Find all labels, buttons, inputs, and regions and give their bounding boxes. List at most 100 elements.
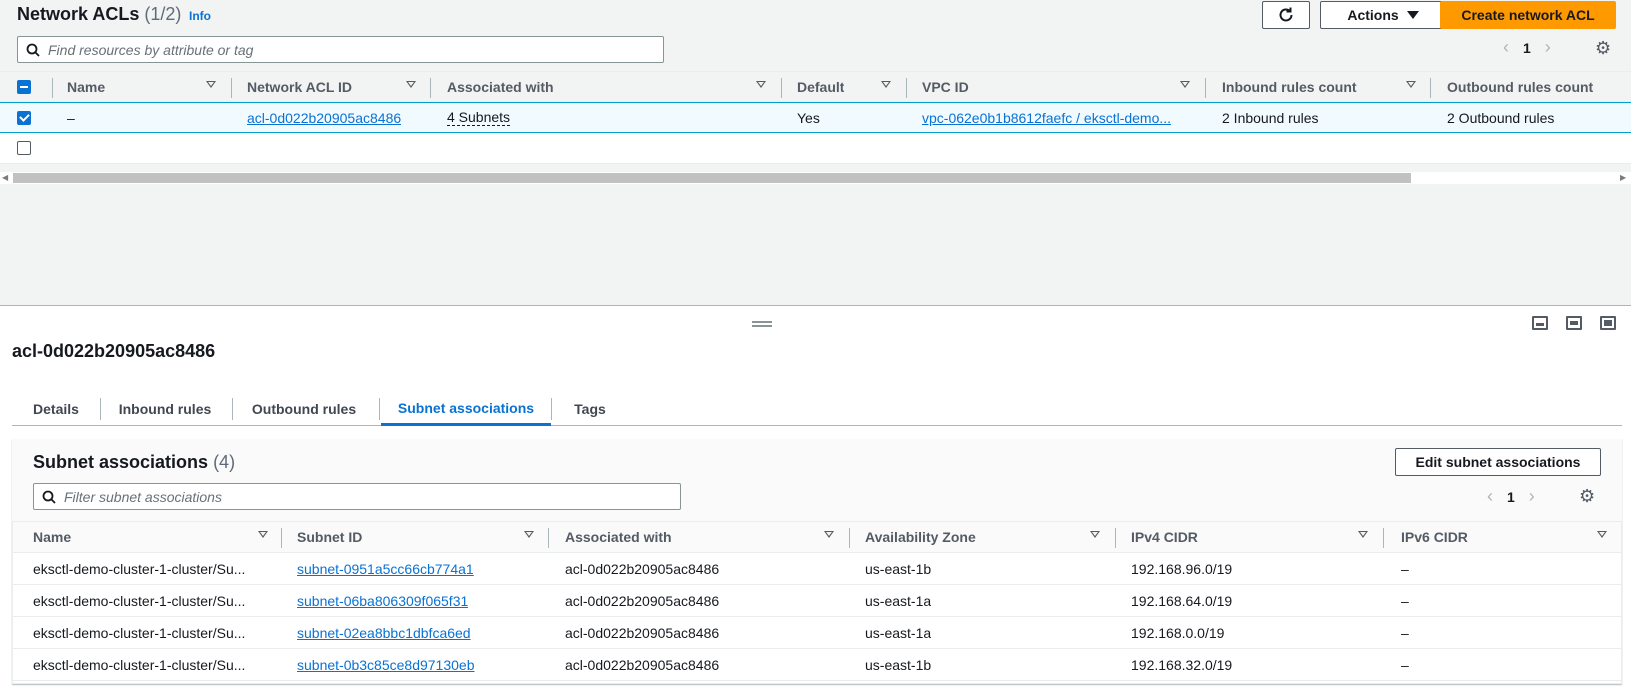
col-outbound-rules[interactable]: Outbound rules count [1447, 72, 1593, 101]
sort-icon[interactable] [824, 531, 834, 538]
edit-subnet-associations-button[interactable]: Edit subnet associations [1395, 448, 1601, 476]
table-row: eksctl-demo-cluster-1-cluster/Su... subn… [13, 617, 1621, 649]
page-number[interactable]: 1 [1507, 489, 1515, 505]
select-all-checkbox[interactable] [17, 72, 31, 101]
col-associated-with[interactable]: Associated with [447, 72, 554, 101]
col-ipv6-cidr[interactable]: IPv6 CIDR [1401, 522, 1468, 552]
create-network-acl-button[interactable]: Create network ACL [1440, 1, 1616, 29]
table-header: Name Subnet ID Associated with Availabil… [13, 521, 1621, 553]
cell-associated: acl-0d022b20905ac8486 [565, 656, 720, 673]
chevron-right-icon[interactable]: › [1529, 486, 1535, 507]
tab-tags[interactable]: Tags [552, 392, 628, 426]
subnet-title-text: Subnet associations [33, 452, 209, 472]
col-availability-zone[interactable]: Availability Zone [865, 522, 976, 552]
subnet-associations-title: Subnet associations (4) [33, 452, 235, 473]
col-associated-with[interactable]: Associated with [565, 522, 672, 552]
cell-associated: acl-0d022b20905ac8486 [565, 560, 720, 577]
chevron-left-icon[interactable]: ‹ [1503, 37, 1509, 58]
chevron-left-icon[interactable]: ‹ [1487, 486, 1493, 507]
resize-handle-icon[interactable] [752, 321, 772, 327]
cell-name: eksctl-demo-cluster-1-cluster/Su... [33, 656, 246, 673]
cell-inbound: 2 Inbound rules [1222, 109, 1319, 126]
sort-icon[interactable] [206, 81, 216, 88]
filter-input[interactable] [64, 488, 639, 505]
cell-az: us-east-1b [865, 656, 932, 673]
cell-az: us-east-1b [865, 560, 932, 577]
scrollbar-thumb[interactable] [13, 173, 1411, 183]
associated-subnets-popover[interactable]: 4 Subnets [447, 109, 511, 126]
caret-down-icon [1406, 11, 1419, 19]
acl-id-link[interactable]: acl-0d022b20905ac8486 [247, 103, 401, 132]
col-ipv4-cidr[interactable]: IPv4 CIDR [1131, 522, 1198, 552]
cell-ipv6: – [1401, 560, 1409, 577]
cell-ipv4: 192.168.32.0/19 [1131, 656, 1233, 673]
cell-associated: acl-0d022b20905ac8486 [565, 592, 720, 609]
horizontal-scrollbar[interactable]: ◀ ▶ [0, 172, 1631, 184]
table-row[interactable]: – acl-0d022b20905ac8486 4 Subnets Yes vp… [0, 102, 1631, 133]
sort-icon[interactable] [1358, 531, 1368, 538]
refresh-icon [1279, 7, 1293, 22]
table-row: eksctl-demo-cluster-1-cluster/Su... subn… [13, 553, 1621, 585]
sort-icon[interactable] [406, 81, 416, 88]
col-inbound-rules[interactable]: Inbound rules count [1222, 72, 1357, 101]
full-panel-view-icon[interactable] [1600, 316, 1616, 330]
gear-icon[interactable]: ⚙ [1579, 486, 1595, 507]
sort-icon[interactable] [1090, 531, 1100, 538]
top-pagination: ‹ 1 › [1503, 37, 1551, 58]
cell-associated: acl-0d022b20905ac8486 [565, 624, 720, 641]
page-title: Network ACLs (1/2) [17, 4, 181, 25]
cell-name: eksctl-demo-cluster-1-cluster/Su... [33, 624, 246, 641]
tab-outbound-rules[interactable]: Outbound rules [233, 392, 375, 426]
subnet-id-link[interactable]: subnet-06ba806309f065f31 [297, 585, 468, 616]
col-network-acl-id[interactable]: Network ACL ID [247, 72, 352, 101]
col-subnet-id[interactable]: Subnet ID [297, 522, 362, 552]
panel-divider [0, 305, 1631, 306]
search-input[interactable] [48, 41, 622, 58]
actions-label: Actions [1347, 7, 1399, 23]
cell-name: eksctl-demo-cluster-1-cluster/Su... [33, 592, 246, 609]
create-label: Create network ACL [1461, 7, 1595, 23]
row-checkbox[interactable] [17, 103, 31, 132]
table-row: eksctl-demo-cluster-1-cluster/Su... subn… [13, 649, 1621, 681]
info-link[interactable]: Info [189, 9, 211, 23]
subnet-id-link[interactable]: subnet-02ea8bbc1dbfca6ed [297, 617, 471, 648]
selection-count: (1/2) [144, 4, 182, 24]
row-checkbox[interactable] [17, 133, 31, 163]
subnet-id-link[interactable]: subnet-0951a5cc66cb774a1 [297, 553, 474, 584]
cell-name: – [67, 109, 75, 126]
page-number[interactable]: 1 [1523, 40, 1531, 56]
cell-ipv4: 192.168.96.0/19 [1131, 560, 1233, 577]
col-default[interactable]: Default [797, 72, 844, 101]
sort-icon[interactable] [524, 531, 534, 538]
refresh-button[interactable] [1262, 1, 1310, 29]
tab-inbound-rules[interactable]: Inbound rules [101, 392, 229, 426]
actions-button[interactable]: Actions [1320, 1, 1446, 29]
cell-ipv4: 192.168.0.0/19 [1131, 624, 1225, 641]
sort-icon[interactable] [881, 81, 891, 88]
tab-subnet-associations[interactable]: Subnet associations [381, 392, 551, 426]
edit-label: Edit subnet associations [1415, 454, 1581, 470]
split-panel-view-icon[interactable] [1566, 316, 1582, 330]
sort-icon[interactable] [1406, 81, 1416, 88]
vpc-id-link[interactable]: vpc-062e0b1b8612faefc / eksctl-demo... [922, 103, 1192, 132]
sort-icon[interactable] [1180, 81, 1190, 88]
subnet-filter[interactable] [33, 483, 681, 510]
gear-icon[interactable]: ⚙ [1595, 38, 1611, 59]
bottom-panel-view-icon[interactable] [1532, 316, 1548, 330]
cell-name: eksctl-demo-cluster-1-cluster/Su... [33, 560, 246, 577]
col-name[interactable]: Name [33, 522, 71, 552]
subnet-id-link[interactable]: subnet-0b3c85ce8d97130eb [297, 649, 475, 680]
cell-az: us-east-1a [865, 592, 932, 609]
cell-associated[interactable]: 4 Subnets [447, 103, 511, 132]
table-row[interactable] [0, 133, 1631, 164]
col-name[interactable]: Name [67, 72, 105, 101]
tab-details[interactable]: Details [12, 392, 100, 426]
sort-icon[interactable] [756, 81, 766, 88]
col-vpc-id[interactable]: VPC ID [922, 72, 969, 101]
resource-search[interactable] [17, 36, 664, 63]
detail-tabs: Details Inbound rules Outbound rules Sub… [12, 392, 1622, 426]
sort-icon[interactable] [1597, 531, 1607, 538]
chevron-right-icon[interactable]: › [1545, 37, 1551, 58]
sort-icon[interactable] [258, 531, 268, 538]
page-title-text: Network ACLs [17, 4, 140, 24]
